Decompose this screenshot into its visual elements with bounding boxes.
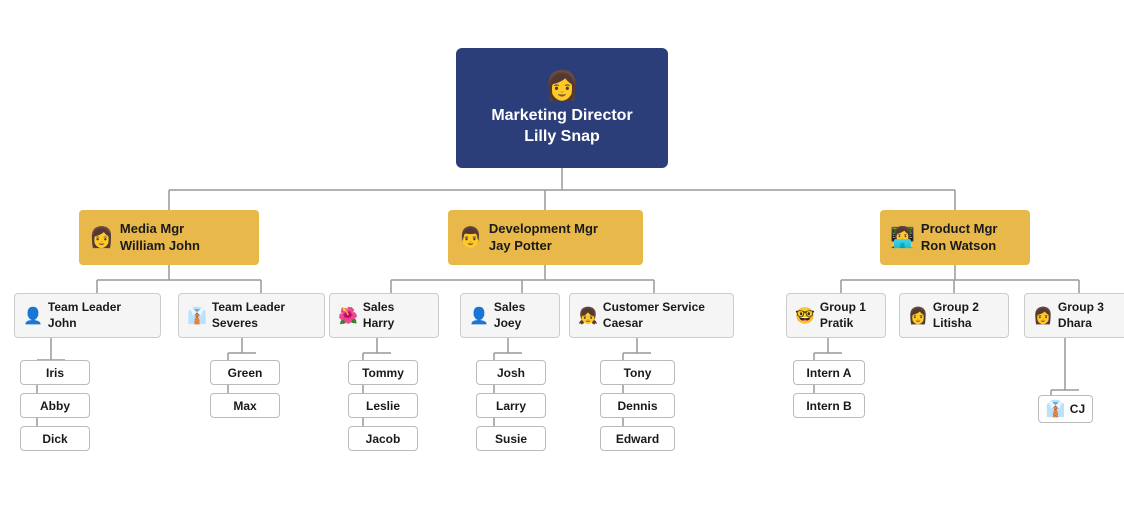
- leaf-intern-b: Intern B: [793, 393, 865, 418]
- sales-joey-title: Sales: [494, 300, 525, 316]
- group3-node[interactable]: 👩 Group 3 Dhara: [1024, 293, 1124, 338]
- leaf-edward: Edward: [600, 426, 675, 451]
- leaf-leslie: Leslie: [348, 393, 418, 418]
- root-icon: 👩: [545, 69, 580, 102]
- group1-title: Group 1: [820, 300, 866, 316]
- group2-title: Group 2: [933, 300, 979, 316]
- tl-severes-icon: 👔: [187, 306, 207, 326]
- tl-john-icon: 👤: [23, 306, 43, 326]
- tl-john-node[interactable]: 👤 Team Leader John: [14, 293, 161, 338]
- product-mgr-icon: 👩‍💻: [890, 225, 915, 250]
- cs-caesar-node[interactable]: 👧 Customer Service Caesar: [569, 293, 734, 338]
- group3-title: Group 3: [1058, 300, 1104, 316]
- leaf-susie: Susie: [476, 426, 546, 451]
- product-mgr-name: Ron Watson: [921, 238, 998, 255]
- sales-joey-icon: 👤: [469, 306, 489, 326]
- sales-joey-node[interactable]: 👤 Sales Joey: [460, 293, 560, 338]
- leaf-dennis: Dennis: [600, 393, 675, 418]
- sales-joey-name: Joey: [494, 316, 525, 332]
- leaf-max: Max: [210, 393, 280, 418]
- group2-name: Litisha: [933, 316, 979, 332]
- dev-mgr-node[interactable]: 👨 Development Mgr Jay Potter: [448, 210, 643, 265]
- media-mgr-name: William John: [120, 238, 200, 255]
- group1-icon: 🤓: [795, 306, 815, 326]
- leaf-intern-a: Intern A: [793, 360, 865, 385]
- product-mgr-node[interactable]: 👩‍💻 Product Mgr Ron Watson: [880, 210, 1030, 265]
- cs-caesar-icon: 👧: [578, 306, 598, 326]
- leaf-larry: Larry: [476, 393, 546, 418]
- leaf-dick: Dick: [20, 426, 90, 451]
- tl-severes-node[interactable]: 👔 Team Leader Severes: [178, 293, 325, 338]
- media-mgr-node[interactable]: 👩 Media Mgr William John: [79, 210, 259, 265]
- dev-mgr-name: Jay Potter: [489, 238, 598, 255]
- leaf-josh: Josh: [476, 360, 546, 385]
- cj-icon: 👔: [1046, 399, 1066, 419]
- media-mgr-icon: 👩: [89, 225, 114, 250]
- media-mgr-title: Media Mgr: [120, 221, 200, 238]
- sales-harry-title: Sales: [363, 300, 394, 316]
- org-chart: 👩 Marketing Director Lilly Snap 👩 Media …: [0, 0, 1124, 509]
- root-title: Marketing Director: [491, 106, 632, 127]
- sales-harry-icon: 🌺: [338, 306, 358, 326]
- tl-john-name: John: [48, 316, 121, 332]
- tl-severes-title: Team Leader: [212, 300, 285, 316]
- product-mgr-title: Product Mgr: [921, 221, 998, 238]
- group2-node[interactable]: 👩 Group 2 Litisha: [899, 293, 1009, 338]
- root-name: Lilly Snap: [491, 127, 632, 148]
- sales-harry-name: Harry: [363, 316, 394, 332]
- root-node: 👩 Marketing Director Lilly Snap: [456, 48, 668, 168]
- group1-node[interactable]: 🤓 Group 1 Pratik: [786, 293, 886, 338]
- dev-mgr-icon: 👨: [458, 225, 483, 250]
- cs-caesar-name: Caesar: [603, 316, 705, 332]
- tl-john-title: Team Leader: [48, 300, 121, 316]
- group2-icon: 👩: [908, 306, 928, 326]
- group3-name: Dhara: [1058, 316, 1104, 332]
- leaf-tony: Tony: [600, 360, 675, 385]
- leaf-abby: Abby: [20, 393, 90, 418]
- leaf-iris: Iris: [20, 360, 90, 385]
- leaf-tommy: Tommy: [348, 360, 418, 385]
- leaf-green: Green: [210, 360, 280, 385]
- leaf-cj: 👔 CJ: [1038, 395, 1093, 423]
- sales-harry-node[interactable]: 🌺 Sales Harry: [329, 293, 439, 338]
- dev-mgr-title: Development Mgr: [489, 221, 598, 238]
- group1-name: Pratik: [820, 316, 866, 332]
- leaf-jacob: Jacob: [348, 426, 418, 451]
- tl-severes-name: Severes: [212, 316, 285, 332]
- cs-caesar-title: Customer Service: [603, 300, 705, 316]
- group3-icon: 👩: [1033, 306, 1053, 326]
